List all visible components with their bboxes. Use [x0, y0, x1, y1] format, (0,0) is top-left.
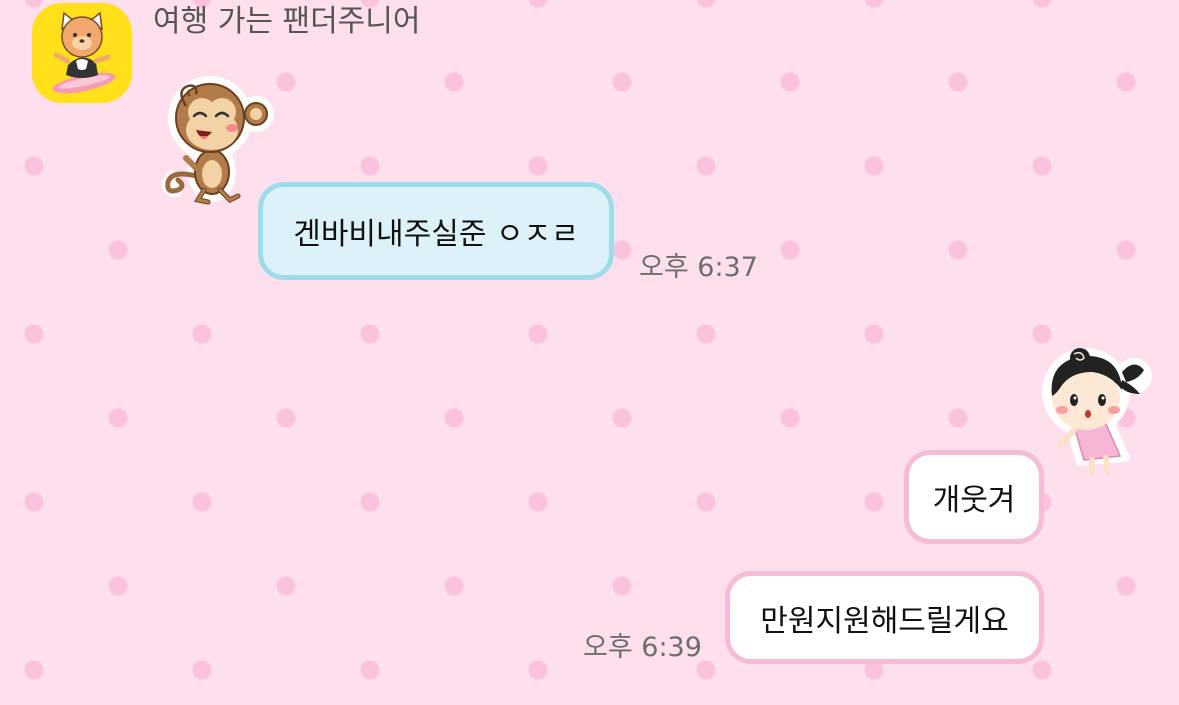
pigtail-girl-sticker-art: [1042, 348, 1152, 475]
message-text: 개웃겨: [932, 483, 1016, 518]
waving-monkey-sticker[interactable]: [152, 72, 278, 208]
message-timestamp: 오후 6:39: [583, 632, 702, 663]
sender-name: 여행 가는 팬더주니어: [153, 4, 421, 39]
message-text: 만원지원해드릴게요: [760, 603, 1009, 639]
outgoing-message-bubble[interactable]: 개웃겨: [904, 450, 1044, 544]
waving-monkey-sticker-art: [161, 76, 274, 205]
panda-junior-surfboard-icon: [52, 11, 116, 94]
profile-avatar[interactable]: [32, 3, 132, 103]
pigtail-girl-sticker[interactable]: [1030, 336, 1156, 478]
incoming-message-bubble[interactable]: 겐바비내주실준 ㅇㅈㄹ: [258, 182, 614, 280]
outgoing-message-bubble[interactable]: 만원지원해드릴게요: [725, 571, 1044, 664]
message-timestamp: 오후 6:37: [639, 252, 758, 283]
message-text: 겐바비내주실준 ㅇㅈㄹ: [293, 217, 579, 252]
